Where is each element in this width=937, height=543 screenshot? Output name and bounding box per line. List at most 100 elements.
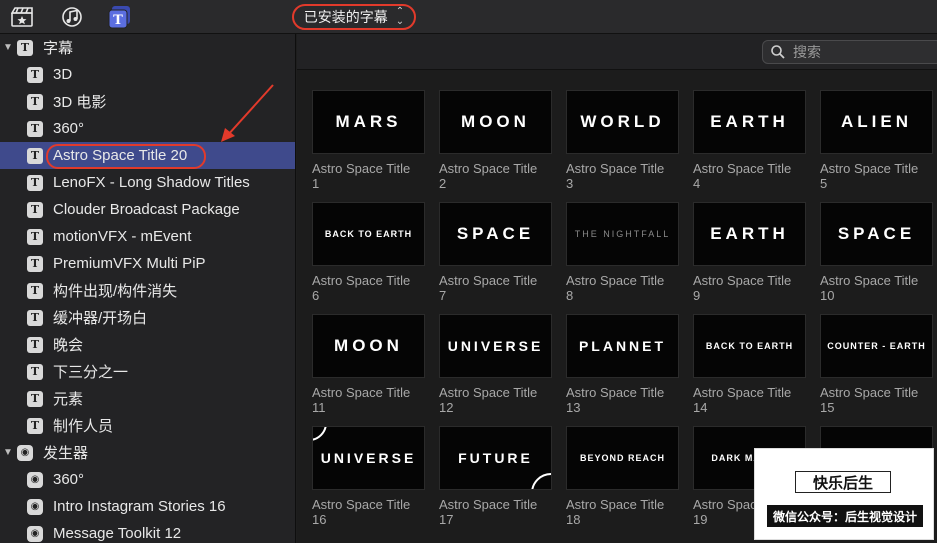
sidebar-item[interactable]: ◉ Intro Instagram Stories 16 xyxy=(0,493,295,520)
title-thumbnail[interactable]: EARTH xyxy=(693,90,806,154)
disclosure-triangle-icon[interactable]: ▼ xyxy=(3,42,13,53)
title-thumbnail[interactable]: BEYOND REACH xyxy=(566,426,679,490)
sidebar-group-label: 字幕 xyxy=(43,40,74,57)
title-tile[interactable]: EARTH Astro Space Title 9 xyxy=(693,202,806,303)
titles-icon[interactable]: T xyxy=(108,5,132,29)
title-thumbnail[interactable]: SPACE xyxy=(820,202,933,266)
sidebar-item-label: Astro Space Title 20 xyxy=(53,147,188,164)
thumbnail-text: MARS xyxy=(335,112,402,131)
title-number: 6 xyxy=(312,288,320,303)
title-tile[interactable]: ALIEN Astro Space Title 5 xyxy=(820,90,933,191)
title-tile[interactable]: BACK TO EARTH Astro Space Title 6 xyxy=(312,202,425,303)
disclosure-triangle-icon[interactable]: ▼ xyxy=(3,447,13,458)
title-thumbnail[interactable]: UNIVERSE xyxy=(439,314,552,378)
library-dropdown[interactable]: 已安装的字幕 ⌃ ⌄ xyxy=(292,4,416,30)
title-thumbnail[interactable]: UNIVERSE xyxy=(312,426,425,490)
thumbnail-text: SPACE xyxy=(837,224,916,243)
thumbnail-text: SPACE xyxy=(456,224,535,243)
title-tile[interactable]: WORLD Astro Space Title 3 xyxy=(566,90,679,191)
sidebar-item[interactable]: T 3D xyxy=(0,61,295,88)
sidebar-item[interactable]: TmotionVFX - mEvent xyxy=(0,223,295,250)
thumbnail-text: ALIEN xyxy=(841,112,912,131)
title-tile[interactable]: EARTH Astro Space Title 4 xyxy=(693,90,806,191)
title-number: 4 xyxy=(693,176,701,191)
title-tile[interactable]: THE NIGHTFALL Astro Space Title 8 xyxy=(566,202,679,303)
search-icon xyxy=(771,45,785,59)
title-number: 16 xyxy=(312,512,327,527)
thumbnail-text: BEYOND REACH xyxy=(579,453,665,463)
clapper-star-icon[interactable] xyxy=(10,5,34,29)
sidebar-group-0[interactable]: ▼ T 字幕 xyxy=(0,34,295,61)
sidebar-item[interactable]: T 缓冲器/开场白 xyxy=(0,304,295,331)
title-thumbnail[interactable]: SPACE xyxy=(439,202,552,266)
sidebar-item[interactable]: T Astro Space Title 20 xyxy=(0,142,295,169)
title-thumbnail[interactable]: COUNTER - EARTH xyxy=(820,314,933,378)
thumb-decoration xyxy=(313,427,327,441)
title-T-icon: T xyxy=(27,282,43,299)
search-input[interactable] xyxy=(793,44,913,60)
search-field[interactable] xyxy=(762,40,937,64)
title-tile[interactable]: COUNTER - EARTH Astro Space Title 15 xyxy=(820,314,933,415)
title-tile[interactable]: UNIVERSE Astro Space Title 16 xyxy=(312,426,425,527)
sidebar-item-label: 3D 电影 xyxy=(53,94,107,111)
title-T-icon: T xyxy=(27,417,43,434)
sidebar-item[interactable]: T 元素 xyxy=(0,385,295,412)
title-thumbnail[interactable]: THE NIGHTFALL xyxy=(566,202,679,266)
title-tile[interactable]: UNIVERSE Astro Space Title 12 xyxy=(439,314,552,415)
title-thumbnail[interactable]: EARTH xyxy=(693,202,806,266)
title-tile[interactable]: MARS Astro Space Title 1 xyxy=(312,90,425,191)
title-name: Astro Space Title xyxy=(312,497,411,512)
title-thumbnail[interactable]: PLANNET xyxy=(566,314,679,378)
sidebar-item[interactable]: ◉ Message Toolkit 12 xyxy=(0,520,295,543)
title-thumbnail[interactable]: MOON xyxy=(439,90,552,154)
sidebar-item[interactable]: T 3D 电影 xyxy=(0,88,295,115)
sidebar-item[interactable]: T 晚会 xyxy=(0,331,295,358)
title-tile[interactable]: BACK TO EARTH Astro Space Title 14 xyxy=(693,314,806,415)
title-T-icon: T xyxy=(27,390,43,407)
title-tile[interactable]: PLANNET Astro Space Title 13 xyxy=(566,314,679,415)
title-thumbnail[interactable]: MOON xyxy=(312,314,425,378)
sidebar-item-label: 3D xyxy=(53,66,73,83)
title-thumbnail[interactable]: ALIEN xyxy=(820,90,933,154)
sidebar-item[interactable]: T LenoFX - Long Shadow Titles xyxy=(0,169,295,196)
title-T-icon: T xyxy=(27,93,43,110)
library-dropdown-label: 已安装的字幕 xyxy=(303,9,388,25)
title-T-icon: T xyxy=(27,255,43,272)
title-thumbnail[interactable]: FUTURE xyxy=(439,426,552,490)
sidebar-item[interactable]: T PremiumVFX Multi PiP xyxy=(0,250,295,277)
music-note-icon[interactable] xyxy=(60,5,84,29)
title-T-icon: T xyxy=(27,201,43,218)
title-number: 13 xyxy=(566,400,581,415)
generator-icon: ◉ xyxy=(27,471,43,488)
sidebar-item[interactable]: T 下三分之一 xyxy=(0,358,295,385)
sidebar-item-label: Clouder Broadcast Package xyxy=(53,201,240,218)
title-tile[interactable]: BEYOND REACH Astro Space Title 18 xyxy=(566,426,679,527)
sidebar-item[interactable]: T Clouder Broadcast Package xyxy=(0,196,295,223)
title-tile[interactable]: MOON Astro Space Title 2 xyxy=(439,90,552,191)
sidebar-item[interactable]: ◉ 360° xyxy=(0,466,295,493)
title-tile[interactable]: FUTURE Astro Space Title 17 xyxy=(439,426,552,527)
sidebar-item-label: 构件出现/构件消失 xyxy=(53,283,178,300)
sidebar-group-1[interactable]: ▼ ◉ 发生器 xyxy=(0,439,295,466)
title-caption: Astro Space Title 15 xyxy=(820,385,933,415)
sidebar-group-label: 发生器 xyxy=(43,445,89,462)
title-number: 10 xyxy=(820,288,835,303)
title-thumbnail[interactable]: MARS xyxy=(312,90,425,154)
title-T-icon: T xyxy=(27,336,43,353)
sidebar-item[interactable]: T 制作人员 xyxy=(0,412,295,439)
title-tile[interactable]: SPACE Astro Space Title 7 xyxy=(439,202,552,303)
sidebar-item-label: 元素 xyxy=(53,391,84,408)
sidebar-item[interactable]: T 构件出现/构件消失 xyxy=(0,277,295,304)
title-thumbnail[interactable]: BACK TO EARTH xyxy=(312,202,425,266)
title-number: 9 xyxy=(693,288,701,303)
title-caption: Astro Space Title 1 xyxy=(312,161,425,191)
title-tile[interactable]: SPACE Astro Space Title 10 xyxy=(820,202,933,303)
thumbnail-text: UNIVERSE xyxy=(447,338,544,354)
title-tile[interactable]: MOON Astro Space Title 11 xyxy=(312,314,425,415)
title-number: 17 xyxy=(439,512,454,527)
title-name: Astro Space Title xyxy=(439,385,538,400)
title-thumbnail[interactable]: BACK TO EARTH xyxy=(693,314,806,378)
sidebar-item-label: 制作人员 xyxy=(53,418,114,435)
sidebar-item[interactable]: T 360° xyxy=(0,115,295,142)
title-thumbnail[interactable]: WORLD xyxy=(566,90,679,154)
